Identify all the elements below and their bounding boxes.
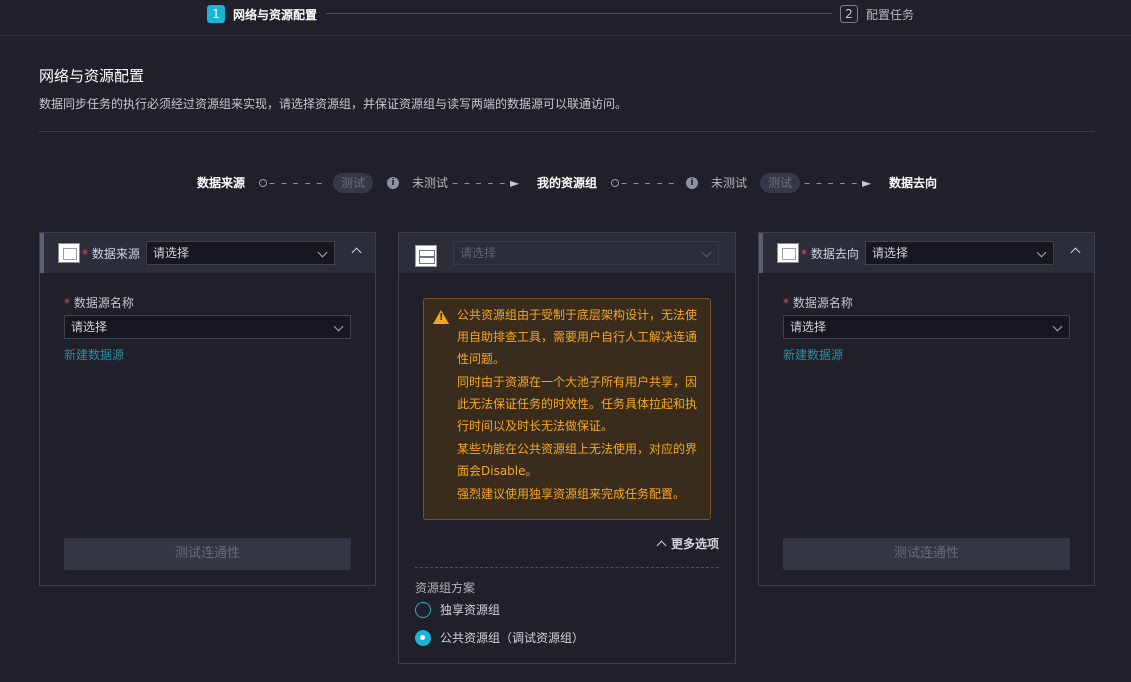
dest-name-select-value: 请选择 bbox=[790, 320, 827, 334]
flow-dash: – – – – – bbox=[804, 176, 859, 190]
more-options-toggle[interactable]: 更多选项 bbox=[656, 535, 719, 552]
page-description: 数据同步任务的执行必须经过资源组来实现，请选择资源组，并保证资源组与读写两端的数… bbox=[39, 97, 628, 111]
flow-dest-label: 数据去向 bbox=[889, 176, 938, 190]
stepper-connector bbox=[326, 13, 832, 14]
image-icon bbox=[58, 243, 80, 263]
dest-type-select[interactable]: 请选择 bbox=[865, 241, 1054, 265]
chevron-down-icon bbox=[333, 321, 344, 332]
info-icon: i bbox=[686, 177, 698, 189]
dest-head-label: * 数据去向 bbox=[801, 245, 859, 262]
new-source-link[interactable]: 新建数据源 bbox=[64, 346, 124, 363]
scheme-label: 资源组方案 bbox=[415, 581, 476, 595]
source-card-header: * 数据来源 请选择 bbox=[40, 233, 375, 273]
resource-group-select-value: 请选择 bbox=[460, 246, 497, 260]
chevron-down-icon bbox=[1052, 321, 1063, 332]
flow-source-label: 数据来源 bbox=[197, 176, 246, 190]
flow-status-left: 未测试 bbox=[412, 176, 449, 190]
step-1[interactable]: 1 网络与资源配置 bbox=[207, 5, 317, 23]
step-1-number: 1 bbox=[207, 5, 225, 23]
divider bbox=[39, 131, 1095, 132]
flow-node-circle bbox=[259, 179, 267, 187]
source-name-label-text: 数据源名称 bbox=[73, 296, 134, 310]
radio-label: 独享资源组 bbox=[440, 603, 501, 617]
dest-type-select-value: 请选择 bbox=[872, 246, 909, 260]
chevron-up-icon[interactable] bbox=[1070, 247, 1081, 258]
flow-test-button-right[interactable]: 测试 bbox=[760, 173, 801, 193]
flow-resource-label: 我的资源组 bbox=[537, 176, 598, 190]
step-2-number: 2 bbox=[840, 5, 858, 23]
source-type-select[interactable]: 请选择 bbox=[146, 241, 335, 265]
dashed-divider bbox=[415, 567, 719, 568]
arrow-right-icon: ► bbox=[862, 176, 872, 190]
server-icon bbox=[415, 245, 437, 267]
warning-text-3: 某些功能在公共资源组上无法使用，对应的界面会Disable。 bbox=[457, 442, 698, 478]
warning-text-2: 同时由于资源在一个大池子所有用户共享，因此无法保证任务的时效性。任务具体拉起和执… bbox=[457, 375, 698, 433]
image-icon bbox=[777, 243, 799, 263]
page-title: 网络与资源配置 bbox=[39, 67, 145, 85]
dest-test-connectivity-button[interactable]: 测试连通性 bbox=[783, 538, 1070, 570]
warning-alert: ! 公共资源组由于受制于底层架构设计，无法使用自助排查工具，需要用户自行人工解决… bbox=[423, 298, 711, 520]
flow-node-circle bbox=[611, 179, 619, 187]
radio-button[interactable] bbox=[415, 601, 431, 618]
warning-icon: ! bbox=[433, 310, 449, 324]
chevron-up-icon[interactable] bbox=[351, 247, 362, 258]
step-1-label: 网络与资源配置 bbox=[233, 7, 318, 22]
radio-button-checked[interactable] bbox=[415, 629, 431, 646]
step-2-label: 配置任务 bbox=[866, 7, 915, 22]
chevron-down-icon bbox=[1036, 247, 1047, 258]
dest-name-label: * 数据源名称 bbox=[783, 294, 853, 311]
flow-dash: – – – – – bbox=[621, 176, 676, 190]
warning-text-1: 公共资源组由于受制于底层架构设计，无法使用自助排查工具，需要用户自行人工解决连通… bbox=[457, 308, 698, 366]
flow-status-right: 未测试 bbox=[711, 176, 748, 190]
info-icon: i bbox=[387, 177, 399, 189]
required-mark: * bbox=[64, 296, 70, 310]
arrow-right-icon: ► bbox=[510, 176, 520, 190]
source-card: * 数据来源 请选择 * 数据源名称 请选择 新建数据源 测试连通性 bbox=[39, 232, 376, 586]
chevron-down-icon bbox=[701, 247, 712, 258]
source-head-text: 数据来源 bbox=[91, 247, 140, 261]
double-chevron-up-icon bbox=[656, 540, 667, 551]
resource-card: 请选择 ! 公共资源组由于受制于底层架构设计，无法使用自助排查工具，需要用户自行… bbox=[398, 232, 736, 664]
radio-dedicated-resource-group[interactable]: 独享资源组 bbox=[415, 601, 500, 618]
radio-public-resource-group[interactable]: 公共资源组（调试资源组） bbox=[415, 629, 584, 646]
resource-group-select[interactable]: 请选择 bbox=[453, 241, 719, 265]
flow-test-button-left[interactable]: 测试 bbox=[333, 173, 374, 193]
source-name-label: * 数据源名称 bbox=[64, 294, 134, 311]
chevron-down-icon bbox=[317, 247, 328, 258]
source-type-select-value: 请选择 bbox=[153, 246, 190, 260]
warning-text-4: 强烈建议使用独享资源组来完成任务配置。 bbox=[457, 487, 686, 501]
source-test-connectivity-button[interactable]: 测试连通性 bbox=[64, 538, 351, 570]
source-name-select[interactable]: 请选择 bbox=[64, 315, 351, 339]
source-head-label: * 数据来源 bbox=[82, 245, 140, 262]
dest-head-text: 数据去向 bbox=[810, 247, 859, 261]
source-name-select-value: 请选择 bbox=[71, 320, 108, 334]
required-mark: * bbox=[82, 247, 88, 261]
stepper-bar: 1 网络与资源配置 2 配置任务 bbox=[0, 0, 1131, 36]
dest-card: * 数据去向 请选择 * 数据源名称 请选择 新建数据源 测试连通性 bbox=[758, 232, 1095, 586]
step-2[interactable]: 2 配置任务 bbox=[840, 5, 914, 23]
required-mark: * bbox=[783, 296, 789, 310]
more-options-label: 更多选项 bbox=[670, 537, 719, 551]
dest-name-label-text: 数据源名称 bbox=[792, 296, 853, 310]
dest-name-select[interactable]: 请选择 bbox=[783, 315, 1070, 339]
flow-dash: – – – – – bbox=[452, 176, 507, 190]
radio-label: 公共资源组（调试资源组） bbox=[440, 631, 585, 645]
dest-card-header: * 数据去向 请选择 bbox=[759, 233, 1094, 273]
required-mark: * bbox=[801, 247, 807, 261]
new-dest-link[interactable]: 新建数据源 bbox=[783, 346, 843, 363]
resource-card-header: 请选择 bbox=[399, 233, 735, 273]
connectivity-flow: 数据来源 – – – – – 测试 i 未测试 – – – – – ► 我的资源… bbox=[0, 172, 1131, 194]
flow-dash: – – – – – bbox=[269, 176, 324, 190]
